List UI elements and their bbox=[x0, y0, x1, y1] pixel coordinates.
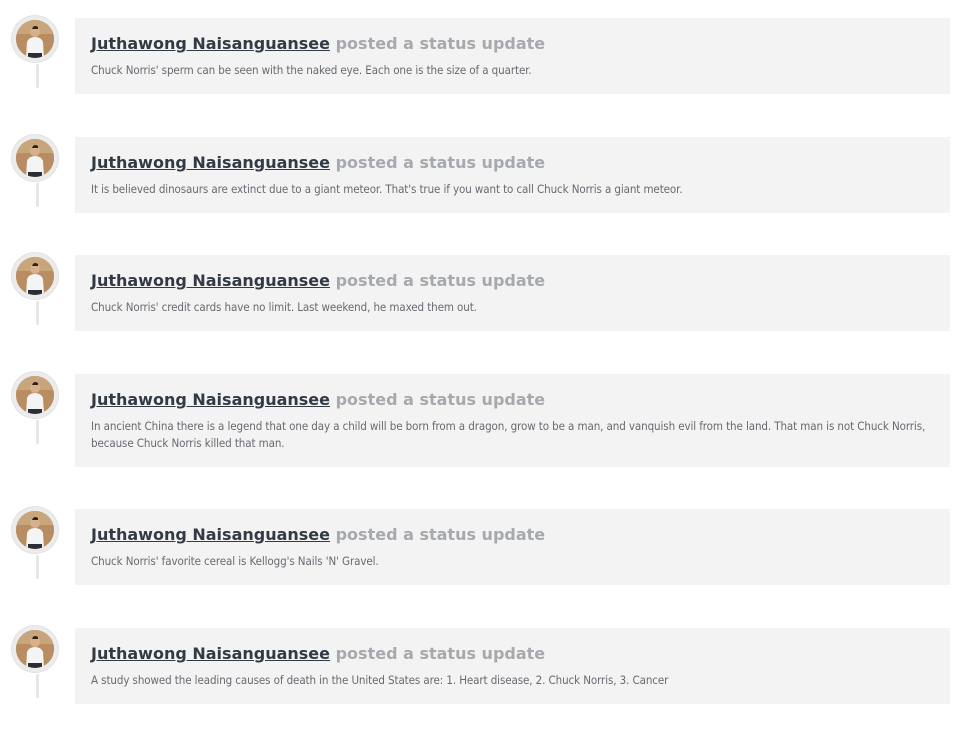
avatar[interactable] bbox=[12, 372, 58, 418]
status-header: Juthawong Naisanguansee posted a status … bbox=[91, 525, 934, 545]
avatar[interactable] bbox=[12, 253, 58, 299]
avatar-image bbox=[16, 20, 54, 58]
status-text: Chuck Norris' sperm can be seen with the… bbox=[91, 63, 532, 77]
timeline-connector bbox=[36, 183, 39, 207]
author-link[interactable]: Juthawong Naisanguansee bbox=[91, 644, 330, 663]
status-card: Juthawong Naisanguansee posted a status … bbox=[75, 18, 950, 94]
avatar[interactable] bbox=[12, 626, 58, 672]
avatar-image bbox=[16, 376, 54, 414]
timeline-connector bbox=[36, 420, 39, 444]
feed-entry: Juthawong Naisanguansee posted a status … bbox=[0, 507, 956, 609]
status-card: Juthawong Naisanguansee posted a status … bbox=[75, 137, 950, 213]
avatar-image bbox=[16, 257, 54, 295]
status-header: Juthawong Naisanguansee posted a status … bbox=[91, 153, 934, 173]
status-header: Juthawong Naisanguansee posted a status … bbox=[91, 34, 934, 54]
avatar[interactable] bbox=[12, 135, 58, 181]
timeline-connector bbox=[36, 555, 39, 579]
avatar-image bbox=[16, 139, 54, 177]
status-text: Chuck Norris' credit cards have no limit… bbox=[91, 300, 477, 314]
avatar-image bbox=[16, 630, 54, 668]
status-card: Juthawong Naisanguansee posted a status … bbox=[75, 628, 950, 704]
timeline-connector bbox=[36, 674, 39, 698]
avatar[interactable] bbox=[12, 507, 58, 553]
action-text: posted a status update bbox=[335, 271, 546, 290]
status-header: Juthawong Naisanguansee posted a status … bbox=[91, 644, 934, 664]
status-text: A study showed the leading causes of dea… bbox=[91, 673, 669, 687]
feed-entry: Juthawong Naisanguansee posted a status … bbox=[0, 626, 956, 728]
author-link[interactable]: Juthawong Naisanguansee bbox=[91, 271, 330, 290]
action-text: posted a status update bbox=[335, 34, 546, 53]
action-text: posted a status update bbox=[335, 644, 546, 663]
status-text: In ancient China there is a legend that … bbox=[91, 419, 926, 450]
action-text: posted a status update bbox=[335, 153, 546, 172]
timeline-connector bbox=[36, 301, 39, 325]
action-text: posted a status update bbox=[335, 525, 546, 544]
feed-entry: Juthawong Naisanguansee posted a status … bbox=[0, 135, 956, 237]
status-card: Juthawong Naisanguansee posted a status … bbox=[75, 509, 950, 585]
author-link[interactable]: Juthawong Naisanguansee bbox=[91, 153, 330, 172]
author-link[interactable]: Juthawong Naisanguansee bbox=[91, 525, 330, 544]
status-text: It is believed dinosaurs are extinct due… bbox=[91, 182, 683, 196]
avatar[interactable] bbox=[12, 16, 58, 62]
author-link[interactable]: Juthawong Naisanguansee bbox=[91, 34, 330, 53]
action-text: posted a status update bbox=[335, 390, 546, 409]
status-text: Chuck Norris' favorite cereal is Kellogg… bbox=[91, 554, 379, 568]
feed-entry: Juthawong Naisanguansee posted a status … bbox=[0, 253, 956, 355]
avatar-image bbox=[16, 511, 54, 549]
status-header: Juthawong Naisanguansee posted a status … bbox=[91, 390, 934, 410]
feed-entry: Juthawong Naisanguansee posted a status … bbox=[0, 372, 956, 474]
timeline-connector bbox=[36, 64, 39, 88]
status-card: Juthawong Naisanguansee posted a status … bbox=[75, 374, 950, 467]
feed-entry: Juthawong Naisanguansee posted a status … bbox=[0, 16, 956, 118]
author-link[interactable]: Juthawong Naisanguansee bbox=[91, 390, 330, 409]
status-card: Juthawong Naisanguansee posted a status … bbox=[75, 255, 950, 331]
status-header: Juthawong Naisanguansee posted a status … bbox=[91, 271, 934, 291]
